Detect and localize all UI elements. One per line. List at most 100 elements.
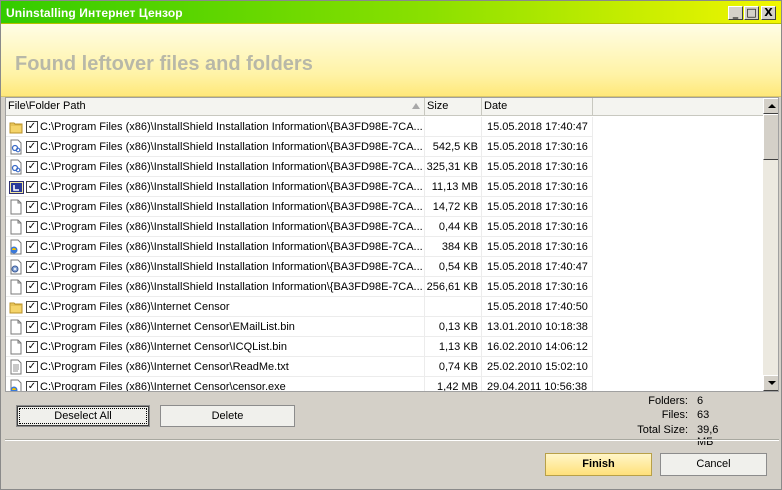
file-path: C:\Program Files (x86)\InstallShield Ins… bbox=[40, 121, 423, 133]
scroll-up-button[interactable] bbox=[763, 98, 778, 114]
file-path: C:\Program Files (x86)\InstallShield Ins… bbox=[40, 221, 423, 233]
row-checkbox[interactable]: ✓ bbox=[26, 341, 38, 353]
folder-icon bbox=[9, 299, 24, 315]
leftover-list[interactable]: File\Folder Path Size Date ✓ C:\Program F… bbox=[5, 97, 779, 392]
size-cell: 11,13 MB bbox=[425, 177, 482, 197]
path-cell: ✓ C:\Program Files (x86)\InstallShield In… bbox=[6, 117, 425, 137]
finish-button[interactable]: Finish bbox=[545, 453, 652, 476]
list-item[interactable]: ✓ C:\Program Files (x86)\InstallShield In… bbox=[6, 257, 763, 277]
row-checkbox[interactable]: ✓ bbox=[26, 241, 38, 253]
size-cell: 256,61 KB bbox=[425, 277, 482, 297]
row-checkbox[interactable]: ✓ bbox=[26, 361, 38, 373]
maximize-button[interactable]: □ bbox=[744, 6, 759, 20]
path-cell: ✓ C:\Program Files (x86)\Internet Censor\… bbox=[6, 317, 425, 337]
row-checkbox[interactable]: ✓ bbox=[26, 261, 38, 273]
minimize-icon: _ bbox=[732, 6, 739, 19]
list-item[interactable]: ✓ C:\Program Files (x86)\Internet Censor\… bbox=[6, 317, 763, 337]
exe-file-icon bbox=[9, 379, 24, 391]
list-item[interactable]: ✓ C:\Program Files (x86)\InstallShield In… bbox=[6, 237, 763, 257]
close-icon: X bbox=[764, 6, 773, 19]
column-header-row: File\Folder Path Size Date bbox=[6, 98, 763, 116]
header-panel: Found leftover files and folders bbox=[1, 24, 781, 97]
maximize-icon: □ bbox=[746, 6, 757, 19]
list-item[interactable]: ✓ C:\Program Files (x86)\InstallShield In… bbox=[6, 197, 763, 217]
list-item[interactable]: ✓ C:\Program Files (x86)\InstallShield In… bbox=[6, 137, 763, 157]
list-item[interactable]: ✓ C:\Program Files (x86)\Internet Censor\… bbox=[6, 357, 763, 377]
size-cell: 0,54 KB bbox=[425, 257, 482, 277]
date-cell: 15.05.2018 17:30:16 bbox=[482, 237, 593, 257]
file-path: C:\Program Files (x86)\Internet Censor\c… bbox=[40, 381, 286, 392]
date-cell: 13.01.2010 10:18:38 bbox=[482, 317, 593, 337]
file-path: C:\Program Files (x86)\Internet Censor\I… bbox=[40, 341, 287, 353]
list-item[interactable]: ✓ C:\Program Files (x86)\InstallShield In… bbox=[6, 217, 763, 237]
installer-file-icon bbox=[9, 179, 24, 195]
path-cell: ✓ C:\Program Files (x86)\Internet Censor\… bbox=[6, 337, 425, 357]
path-cell: ✓ C:\Program Files (x86)\InstallShield In… bbox=[6, 217, 425, 237]
scroll-down-button[interactable] bbox=[763, 375, 778, 391]
row-checkbox[interactable]: ✓ bbox=[26, 161, 38, 173]
file-path: C:\Program Files (x86)\Internet Censor bbox=[40, 301, 230, 313]
path-cell: ✓ C:\Program Files (x86)\InstallShield In… bbox=[6, 257, 425, 277]
file-path: C:\Program Files (x86)\InstallShield Ins… bbox=[40, 281, 423, 293]
sort-ascending-icon bbox=[412, 103, 420, 109]
total-size-label: Total Size: bbox=[637, 424, 688, 436]
size-cell bbox=[425, 117, 482, 137]
blank-file-icon bbox=[9, 199, 24, 215]
date-cell: 15.05.2018 17:30:16 bbox=[482, 217, 593, 237]
scroll-thumb[interactable] bbox=[763, 114, 778, 160]
date-cell: 15.05.2018 17:40:50 bbox=[482, 297, 593, 317]
page-title: Found leftover files and folders bbox=[15, 53, 313, 75]
date-cell: 15.05.2018 17:30:16 bbox=[482, 277, 593, 297]
blank-file-icon bbox=[9, 279, 24, 295]
column-header-date[interactable]: Date bbox=[482, 98, 593, 116]
date-cell: 29.04.2011 10:56:38 bbox=[482, 377, 593, 391]
title-bar[interactable]: Uninstalling Интернет Цензор _ □ X bbox=[1, 1, 781, 24]
deselect-all-button[interactable]: Deselect All bbox=[16, 405, 150, 427]
list-item[interactable]: ✓ C:\Program Files (x86)\InstallShield In… bbox=[6, 177, 763, 197]
text-file-icon bbox=[9, 359, 24, 375]
row-checkbox[interactable]: ✓ bbox=[26, 181, 38, 193]
minimize-button[interactable]: _ bbox=[728, 6, 743, 20]
list-rows: ✓ C:\Program Files (x86)\InstallShield In… bbox=[6, 117, 763, 392]
column-header-path[interactable]: File\Folder Path bbox=[6, 98, 425, 116]
row-checkbox[interactable]: ✓ bbox=[26, 381, 38, 391]
column-header-path-label: File\Folder Path bbox=[8, 100, 86, 112]
file-path: C:\Program Files (x86)\InstallShield Ins… bbox=[40, 141, 423, 153]
file-path: C:\Program Files (x86)\InstallShield Ins… bbox=[40, 241, 423, 253]
date-cell: 15.05.2018 17:30:16 bbox=[482, 197, 593, 217]
file-path: C:\Program Files (x86)\InstallShield Ins… bbox=[40, 181, 423, 193]
size-cell: 0,44 KB bbox=[425, 217, 482, 237]
list-item[interactable]: ✓ C:\Program Files (x86)\InstallShield In… bbox=[6, 277, 763, 297]
list-item[interactable]: ✓ C:\Program Files (x86)\Internet Censor\… bbox=[6, 337, 763, 357]
column-header-size[interactable]: Size bbox=[425, 98, 482, 116]
size-cell: 1,42 MB bbox=[425, 377, 482, 391]
size-cell: 14,72 KB bbox=[425, 197, 482, 217]
size-cell: 0,74 KB bbox=[425, 357, 482, 377]
vertical-scrollbar[interactable] bbox=[763, 98, 778, 391]
dll-file-icon bbox=[9, 139, 24, 155]
row-checkbox[interactable]: ✓ bbox=[26, 201, 38, 213]
row-checkbox[interactable]: ✓ bbox=[26, 301, 38, 313]
folders-count: 6 bbox=[697, 395, 704, 407]
arrow-down-icon bbox=[768, 381, 776, 385]
path-cell: ✓ C:\Program Files (x86)\Internet Censor\… bbox=[6, 377, 425, 392]
cancel-button[interactable]: Cancel bbox=[660, 453, 767, 476]
row-checkbox[interactable]: ✓ bbox=[26, 221, 38, 233]
row-checkbox[interactable]: ✓ bbox=[26, 281, 38, 293]
size-cell bbox=[425, 297, 482, 317]
path-cell: ✓ C:\Program Files (x86)\Internet Censor\… bbox=[6, 357, 425, 377]
blank-file-icon bbox=[9, 339, 24, 355]
dll-file-icon bbox=[9, 159, 24, 175]
row-checkbox[interactable]: ✓ bbox=[26, 321, 38, 333]
list-item[interactable]: ✓ C:\Program Files (x86)\InstallShield In… bbox=[6, 117, 763, 137]
delete-button[interactable]: Delete bbox=[160, 405, 295, 427]
close-button[interactable]: X bbox=[761, 6, 776, 20]
row-checkbox[interactable]: ✓ bbox=[26, 121, 38, 133]
list-item[interactable]: ✓ C:\Program Files (x86)\InstallShield In… bbox=[6, 157, 763, 177]
row-checkbox[interactable]: ✓ bbox=[26, 141, 38, 153]
list-item[interactable]: ✓ C:\Program Files (x86)\Internet Censor\… bbox=[6, 377, 763, 392]
date-cell: 15.05.2018 17:40:47 bbox=[482, 257, 593, 277]
file-path: C:\Program Files (x86)\InstallShield Ins… bbox=[40, 201, 423, 213]
list-item[interactable]: ✓ C:\Program Files (x86)\Internet Censor 1… bbox=[6, 297, 763, 317]
date-cell: 25.02.2010 15:02:10 bbox=[482, 357, 593, 377]
